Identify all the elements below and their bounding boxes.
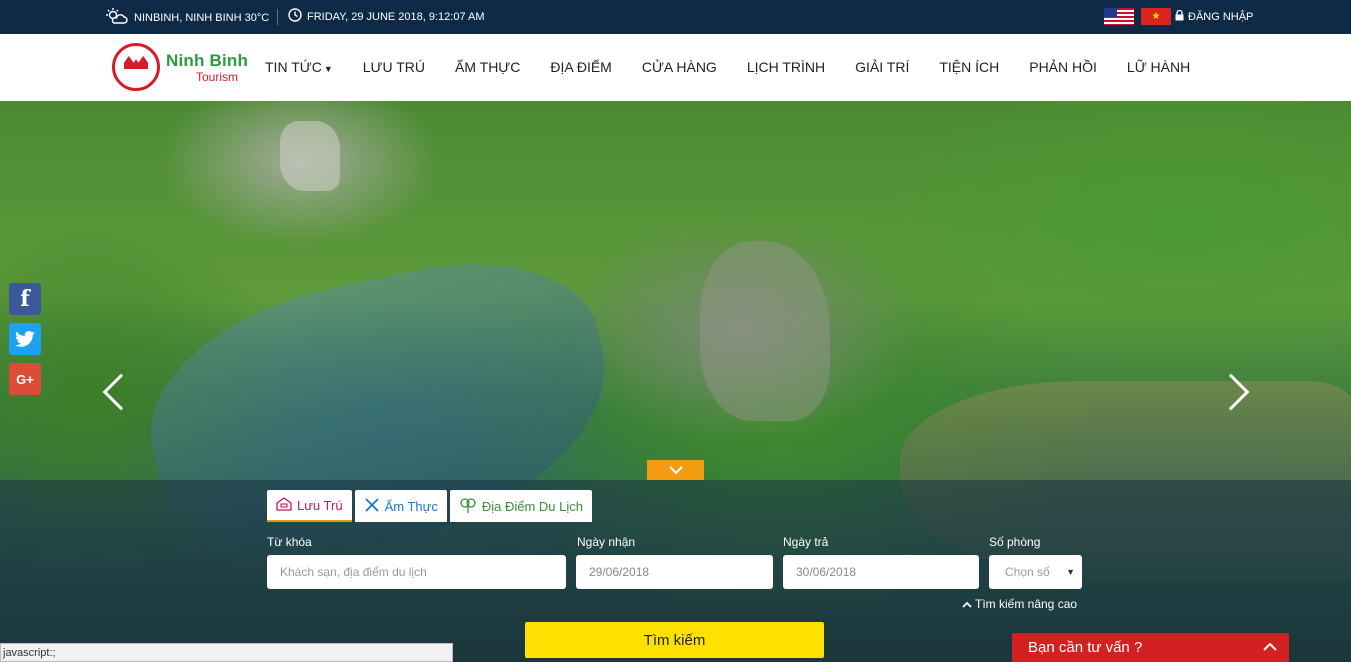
rooms-label: Số phòng: [989, 535, 1041, 549]
rooms-select[interactable]: Chọn số ▼: [989, 555, 1082, 589]
logo-subtitle: Tourism: [196, 69, 239, 84]
tree-icon: [459, 497, 477, 516]
menu-item-luu-tru[interactable]: LƯU TRÚ: [363, 59, 425, 75]
menu-item-dia-diem[interactable]: ĐỊA ĐIỂM: [550, 59, 611, 75]
weather-info: NINBINH, NINH BINH 30°C: [106, 8, 269, 27]
weather-text: NINBINH, NINH BINH 30°C: [134, 11, 270, 24]
site-logo[interactable]: Ninh Binh Tourism: [112, 43, 248, 91]
lock-icon: [1175, 9, 1184, 24]
logo-emblem-icon: [112, 43, 160, 91]
main-menu: TIN TỨC ▼ LƯU TRÚ ẨM THỰC ĐỊA ĐIỂM CỬA HÀ…: [265, 59, 1190, 75]
advanced-search-link[interactable]: Tìm kiếm nâng cao: [962, 597, 1077, 611]
menu-item-lu-hanh[interactable]: LỮ HÀNH: [1127, 59, 1190, 75]
checkin-date-input[interactable]: 29/06/2018: [576, 555, 773, 589]
select-caret-icon: ▼: [1066, 567, 1075, 577]
scroll-down-chevron-icon[interactable]: [647, 460, 704, 480]
google-plus-icon[interactable]: G+: [9, 363, 41, 395]
twitter-icon[interactable]: [9, 323, 41, 355]
hotel-icon: [276, 496, 292, 514]
checkout-label: Ngày trả: [783, 535, 829, 549]
browser-status-bar: javascript:;: [0, 643, 453, 662]
tab-am-thuc[interactable]: Ẩm Thực: [354, 490, 447, 522]
consultation-widget[interactable]: Bạn cần tư vấn ?: [1012, 633, 1289, 662]
menu-item-giai-tri[interactable]: GIẢI TRÍ: [855, 59, 909, 75]
checkout-date-input[interactable]: 30/06/2018: [783, 555, 979, 589]
keyword-label: Từ khóa: [267, 535, 312, 549]
menu-item-phan-hoi[interactable]: PHẢN HỒI: [1029, 59, 1097, 75]
menu-item-cua-hang[interactable]: CỬA HÀNG: [642, 59, 717, 75]
weather-icon: [106, 8, 128, 27]
topbar-divider: [277, 9, 278, 25]
facebook-icon[interactable]: f: [9, 283, 41, 315]
menu-item-am-thuc[interactable]: ẨM THỰC: [455, 59, 520, 75]
vietnamese-flag-icon[interactable]: ★: [1141, 8, 1171, 25]
logo-title: Ninh Binh: [166, 50, 249, 70]
login-link[interactable]: ĐĂNG NHẬP: [1188, 11, 1253, 23]
caret-down-icon: ▼: [323, 64, 333, 74]
hero-mountain: [700, 241, 830, 421]
datetime-info: FRIDAY, 29 JUNE 2018, 9:12:07 AM: [288, 8, 485, 25]
chevron-up-icon: [1263, 638, 1277, 654]
topbar-right: ★ ĐĂNG NHẬP: [1104, 8, 1253, 25]
search-button[interactable]: Tìm kiếm: [525, 622, 824, 658]
consult-label: Bạn cần tư vấn ?: [1028, 639, 1143, 656]
menu-item-lich-trinh[interactable]: LỊCH TRÌNH: [747, 59, 825, 75]
tab-dia-diem-du-lich[interactable]: Địa Điểm Du Lịch: [449, 490, 592, 522]
search-tabs: Lưu Trú Ẩm Thực Địa Điểm Du Lịch: [267, 490, 592, 522]
main-navigation: Ninh Binh Tourism TIN TỨC ▼ LƯU TRÚ ẨM TH…: [0, 34, 1351, 101]
menu-item-tien-ich[interactable]: TIỆN ÍCH: [939, 59, 999, 75]
hero-cliff: [280, 121, 340, 191]
keyword-input[interactable]: Khách sạn, địa điểm du lịch: [267, 555, 566, 589]
english-flag-icon[interactable]: [1104, 8, 1134, 25]
datetime-text: FRIDAY, 29 JUNE 2018, 9:12:07 AM: [307, 10, 485, 23]
menu-item-tin-tuc[interactable]: TIN TỨC ▼: [265, 59, 333, 75]
tab-luu-tru[interactable]: Lưu Trú: [267, 490, 352, 522]
chevron-up-icon: [962, 597, 972, 611]
top-bar: NINBINH, NINH BINH 30°C FRIDAY, 29 JUNE …: [0, 0, 1351, 34]
checkin-label: Ngày nhận: [577, 535, 636, 549]
clock-icon: [288, 8, 302, 25]
cutlery-icon: [364, 497, 380, 516]
